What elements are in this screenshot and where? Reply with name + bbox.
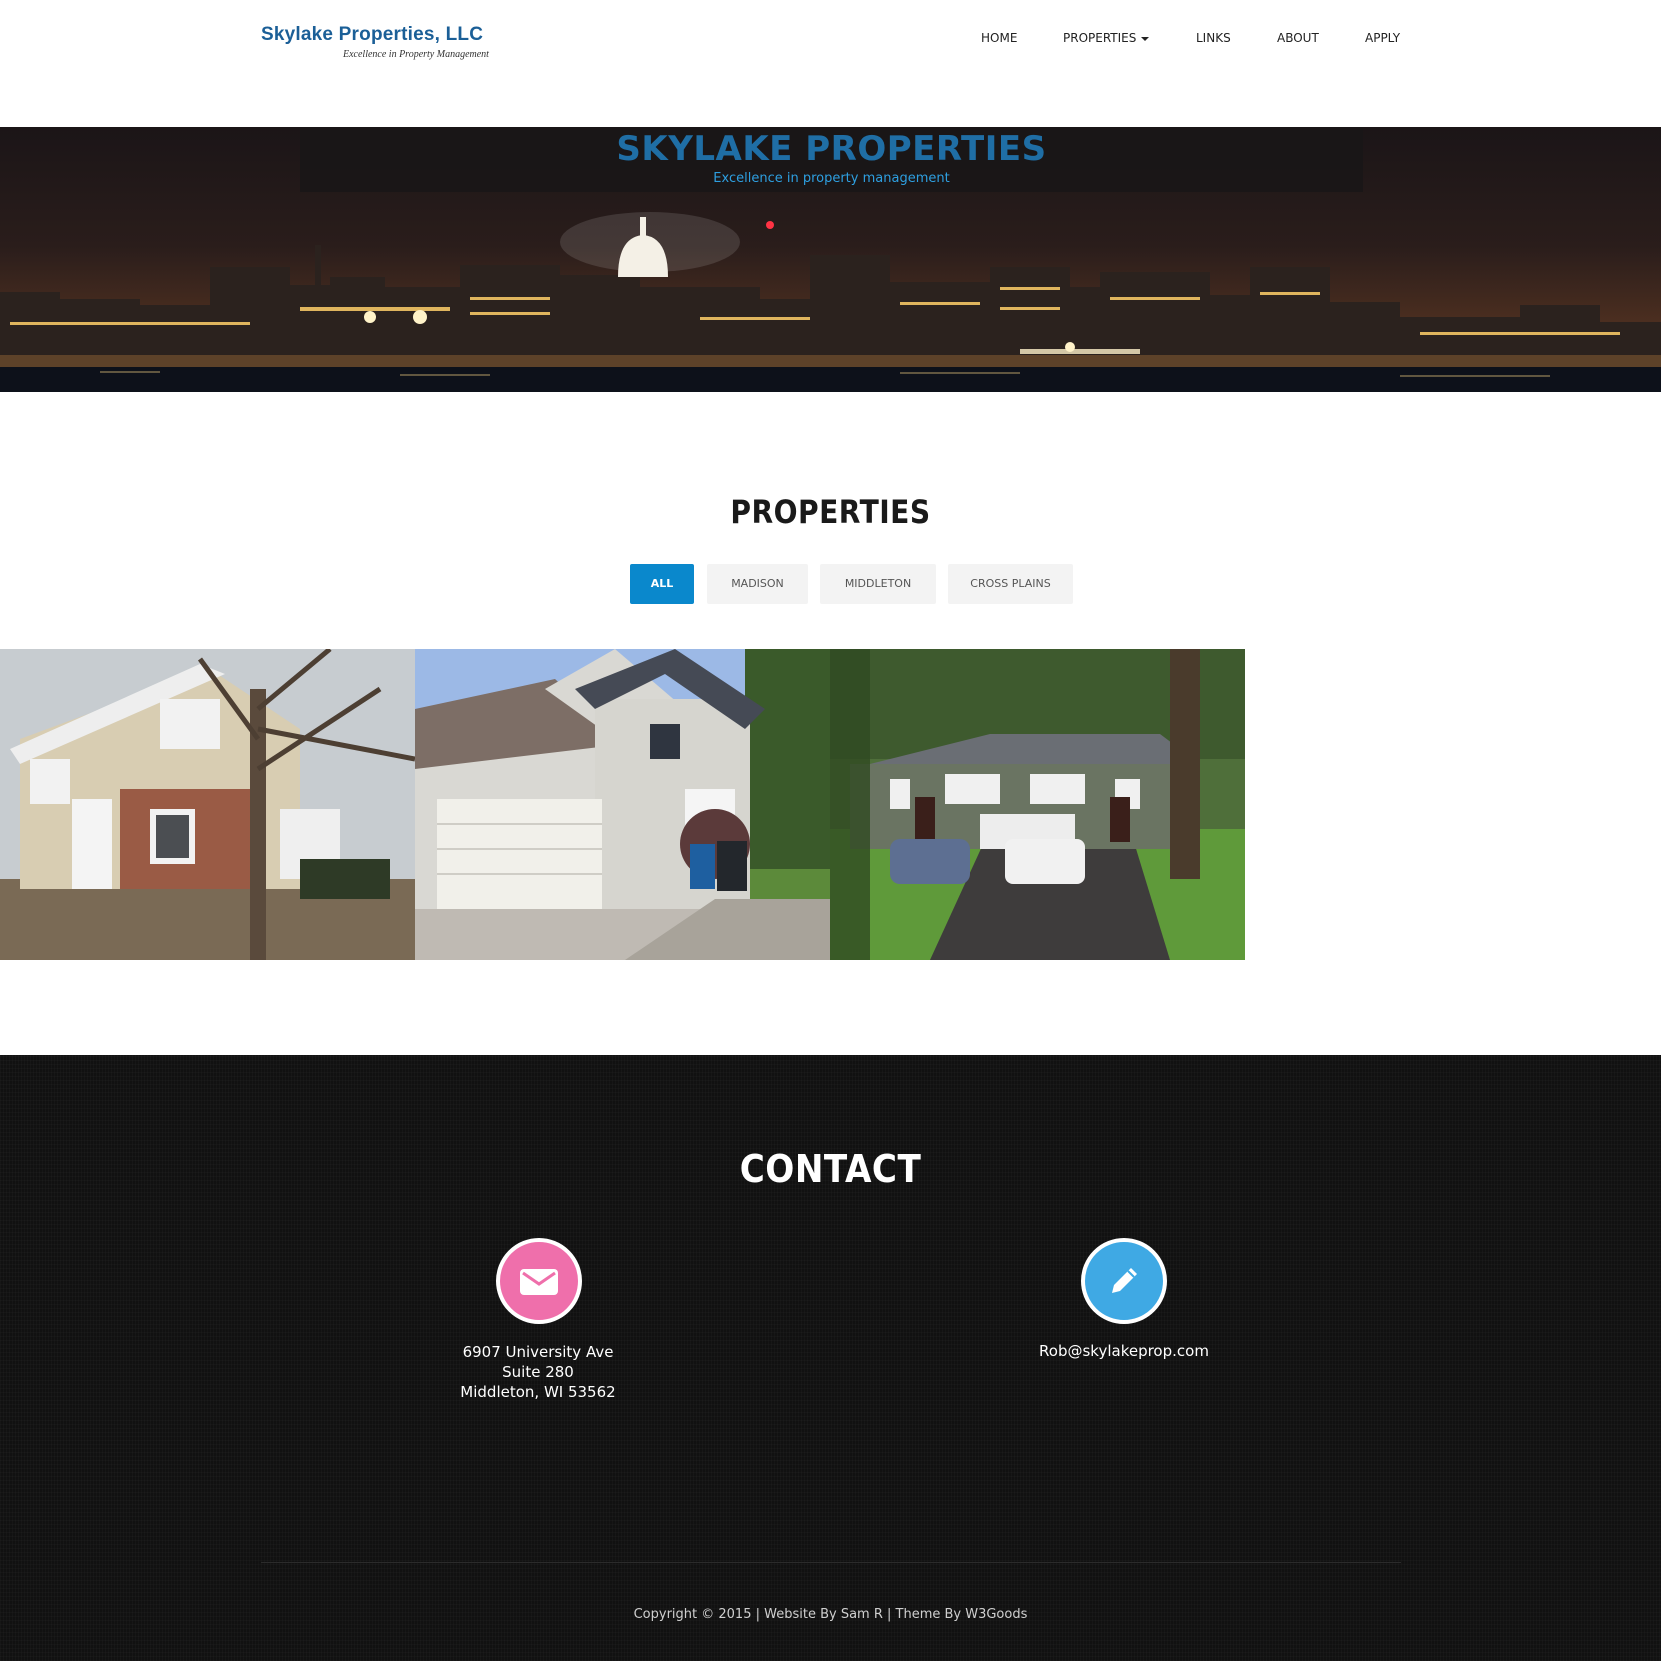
site-header: Skylake Properties, LLC Excellence in Pr… bbox=[0, 0, 1661, 127]
address-line-2: Suite 280 bbox=[502, 1363, 574, 1381]
copyright-text: Copyright © 2015 | Website By Sam R | Th… bbox=[633, 1607, 1028, 1622]
caret-down-icon bbox=[1141, 36, 1150, 41]
property-photo[interactable] bbox=[415, 649, 830, 960]
banner-subtitle: Excellence in property management bbox=[713, 171, 950, 186]
nav-about[interactable]: ABOUT bbox=[1277, 31, 1319, 45]
property-photo[interactable] bbox=[830, 649, 1245, 960]
contact-section: CONTACT 6907 University Ave Suite 280 Mi… bbox=[0, 1055, 1661, 1661]
nav-apply[interactable]: APPLY bbox=[1365, 31, 1400, 45]
address-line-3: Middleton, WI 53562 bbox=[460, 1383, 616, 1401]
nav-links[interactable]: LINKS bbox=[1196, 31, 1231, 45]
envelope-icon bbox=[496, 1238, 582, 1324]
contact-heading: CONTACT bbox=[739, 1147, 922, 1191]
hero-banner: SKYLAKE PROPERTIES Excellence in propert… bbox=[0, 127, 1661, 392]
property-photo[interactable] bbox=[0, 649, 415, 960]
nav-properties-label: PROPERTIES bbox=[1063, 31, 1137, 45]
footer-divider bbox=[261, 1562, 1401, 1563]
contact-address: 6907 University Ave Suite 280 Middleton,… bbox=[418, 1342, 658, 1402]
nav-properties[interactable]: PROPERTIES bbox=[1063, 31, 1150, 45]
address-line-1: 6907 University Ave bbox=[462, 1343, 614, 1361]
banner-title: SKYLAKE PROPERTIES bbox=[616, 129, 1047, 169]
filter-middleton-button[interactable]: MIDDLETON bbox=[820, 564, 936, 604]
main-nav: HOME PROPERTIES LINKS ABOUT APPLY bbox=[0, 31, 1661, 51]
pencil-icon bbox=[1081, 1238, 1167, 1324]
nav-home[interactable]: HOME bbox=[981, 31, 1017, 45]
contact-email-link[interactable]: Rob@skylakeprop.com bbox=[994, 1342, 1254, 1360]
filter-madison-button[interactable]: MADISON bbox=[707, 564, 808, 604]
properties-heading: PROPERTIES bbox=[730, 493, 931, 531]
property-filters: ALL MADISON MIDDLETON CROSS PLAINS bbox=[0, 564, 1661, 604]
filter-cross-plains-button[interactable]: CROSS PLAINS bbox=[948, 564, 1073, 604]
filter-all-button[interactable]: ALL bbox=[630, 564, 694, 604]
